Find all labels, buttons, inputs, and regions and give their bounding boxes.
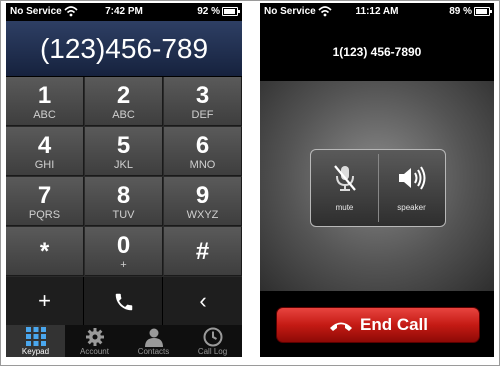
call-number: 1(123) 456-7890 <box>332 45 422 59</box>
call-footer: End Call <box>260 291 494 357</box>
speaker-icon <box>398 166 425 190</box>
keypad-phone-screen: No Service 7:42 PM 92 % (123)456-789 1 AB… <box>6 3 242 357</box>
tab-account[interactable]: Account <box>65 325 124 357</box>
gear-icon <box>85 328 104 346</box>
battery-icon <box>474 7 492 16</box>
key-6[interactable]: 6 MNO <box>164 127 242 176</box>
dial-keypad: 1 ABC 2 ABC 3 DEF 4 GHI 5 JKL 6 MNO 7 PQRS 8 TUV… <box>6 77 242 277</box>
key-1[interactable]: 1 ABC <box>6 77 84 126</box>
battery-percent: 92 % <box>197 6 220 17</box>
tab-call-log[interactable]: Call Log <box>183 325 242 357</box>
call-button[interactable] <box>85 277 163 325</box>
key-3[interactable]: 3 DEF <box>164 77 242 126</box>
status-bar: No Service 7:42 PM 92 % <box>6 3 242 21</box>
microphone-muted-icon <box>333 165 356 191</box>
keypad-grid-icon <box>25 327 46 346</box>
status-bar: No Service 11:12 AM 89 % <box>260 3 494 21</box>
key-hash[interactable]: # <box>164 227 242 276</box>
tab-label: Keypad <box>21 347 50 356</box>
in-call-phone-screen: No Service 11:12 AM 89 % 1(123) 456-7890… <box>260 3 494 357</box>
end-call-button[interactable]: End Call <box>276 307 480 343</box>
speaker-button[interactable]: speaker <box>378 150 445 226</box>
key-7[interactable]: 7 PQRS <box>6 177 84 226</box>
hang-up-icon <box>329 322 352 331</box>
tab-bar: Keypad Account Contacts Call Log <box>6 325 242 357</box>
end-call-label: End Call <box>359 315 428 334</box>
call-body: mute speaker <box>260 81 494 291</box>
mute-button[interactable]: mute <box>311 150 378 226</box>
battery-icon <box>222 7 240 16</box>
clock-icon <box>203 327 222 347</box>
keypad-action-row: + ‹ <box>6 277 242 325</box>
tab-contacts[interactable]: Contacts <box>124 325 183 357</box>
key-4[interactable]: 4 GHI <box>6 127 84 176</box>
key-2[interactable]: 2 ABC <box>85 77 163 126</box>
phone-handset-icon <box>115 293 132 311</box>
contacts-icon <box>144 328 163 347</box>
key-star[interactable]: * <box>6 227 84 276</box>
key-5[interactable]: 5 JKL <box>85 127 163 176</box>
tab-label: Contacts <box>137 347 170 356</box>
add-contact-button[interactable]: + <box>6 277 84 325</box>
battery-percent: 89 % <box>449 6 472 17</box>
tab-keypad[interactable]: Keypad <box>6 325 65 357</box>
tab-label: Call Log <box>197 347 228 356</box>
call-controls-panel: mute speaker <box>310 149 446 227</box>
key-9[interactable]: 9 WXYZ <box>164 177 242 226</box>
key-0[interactable]: 0 + <box>85 227 163 276</box>
dialed-number-display: (123)456-789 <box>6 21 242 77</box>
speaker-label: speaker <box>397 203 426 212</box>
call-header: 1(123) 456-7890 <box>260 21 494 81</box>
backspace-button[interactable]: ‹ <box>164 277 242 325</box>
tab-label: Account <box>80 347 109 356</box>
key-8[interactable]: 8 TUV <box>85 177 163 226</box>
mute-label: mute <box>335 203 354 212</box>
